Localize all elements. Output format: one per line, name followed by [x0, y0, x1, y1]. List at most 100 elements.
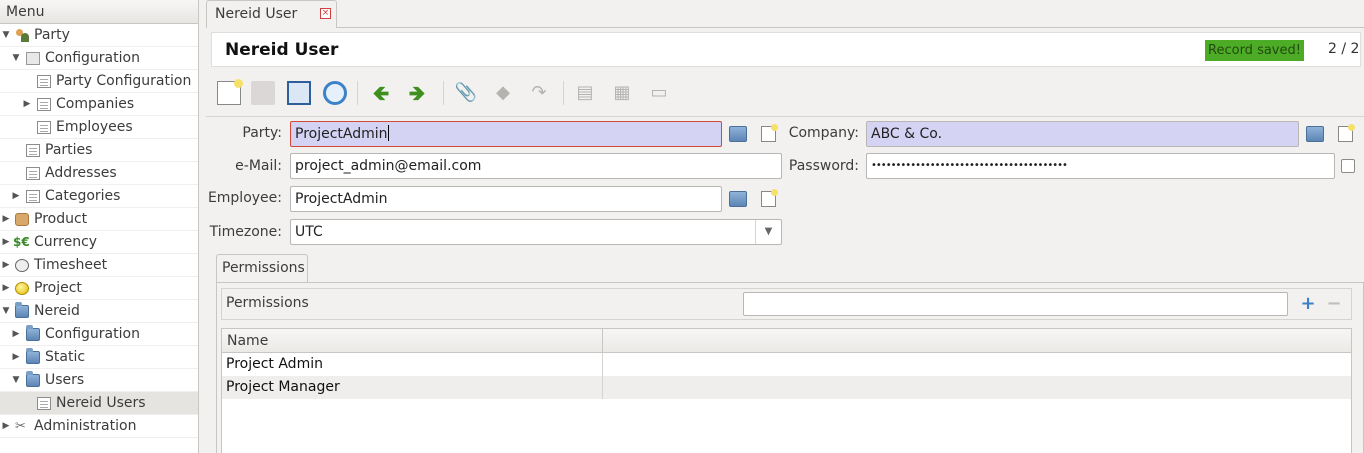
table-row[interactable]: Project Admin	[222, 353, 1351, 376]
open-folder-icon[interactable]	[1306, 126, 1324, 142]
new-record-icon[interactable]	[1338, 124, 1355, 142]
column-header-name[interactable]: Name	[227, 333, 268, 349]
menu-item-users[interactable]: ▼ Users	[0, 369, 198, 392]
menu-item-party[interactable]: ▼ Party	[0, 24, 198, 47]
menu-item-label: Configuration	[45, 50, 140, 66]
collapsed-arrow-icon[interactable]: ▶	[11, 346, 21, 369]
reload-icon[interactable]	[323, 81, 347, 105]
menu-item-label: Party	[34, 27, 70, 43]
menu-item-party-configuration[interactable]: Party Configuration	[0, 70, 198, 93]
folder-icon	[15, 302, 29, 318]
timezone-select[interactable]: UTC ▼	[290, 219, 782, 245]
employee-label: Employee:	[207, 190, 282, 206]
menu-item-nereid-configuration[interactable]: ▶ Configuration	[0, 323, 198, 346]
expanded-arrow-icon[interactable]: ▼	[1, 24, 11, 47]
tab-nereid-user[interactable]: Nereid User ×	[206, 0, 337, 28]
permissions-table: Name Project Admin Project Manager	[221, 328, 1352, 453]
collapsed-arrow-icon[interactable]: ▶	[22, 93, 32, 116]
document-icon	[26, 167, 40, 180]
permissions-search-input[interactable]	[743, 292, 1288, 316]
collapsed-arrow-icon[interactable]: ▶	[1, 208, 11, 231]
show-password-checkbox[interactable]	[1341, 159, 1355, 173]
table-row[interactable]: Project Manager	[222, 376, 1351, 399]
collapsed-arrow-icon[interactable]: ▶	[11, 323, 21, 346]
menu-item-static[interactable]: ▶ Static	[0, 346, 198, 369]
product-icon	[15, 213, 29, 226]
project-icon	[15, 282, 29, 295]
expanded-arrow-icon[interactable]: ▼	[11, 369, 21, 392]
email-label: e-Mail:	[235, 158, 282, 174]
currency-icon: $€	[13, 235, 30, 249]
email-icon[interactable]: ▦	[610, 81, 634, 105]
print-icon[interactable]: ▭	[647, 81, 671, 105]
add-icon[interactable]: +	[1298, 292, 1318, 316]
menu-item-label: Companies	[56, 96, 135, 112]
timezone-value: UTC	[295, 224, 323, 240]
menu-item-parties[interactable]: Parties	[0, 139, 198, 162]
menu-item-label: Project	[34, 280, 82, 296]
text-cursor	[387, 125, 389, 141]
menu-item-product[interactable]: ▶ Product	[0, 208, 198, 231]
menu-item-label: Parties	[45, 142, 93, 158]
close-icon[interactable]: ×	[320, 8, 331, 19]
expanded-arrow-icon[interactable]: ▼	[11, 47, 21, 70]
party-field[interactable]: ProjectAdmin	[290, 121, 722, 147]
menu-item-project[interactable]: ▶ Project	[0, 277, 198, 300]
next-icon[interactable]: 🡺	[405, 81, 429, 105]
collapsed-arrow-icon[interactable]: ▶	[1, 231, 11, 254]
company-label: Company:	[788, 125, 859, 141]
menu-item-label: Currency	[34, 234, 98, 250]
menu-item-currency[interactable]: ▶ $€ Currency	[0, 231, 198, 254]
menu-item-administration[interactable]: ▶ ✂ Administration	[0, 415, 198, 438]
configuration-icon	[26, 52, 40, 65]
menu-item-label: Timesheet	[34, 257, 108, 273]
password-field[interactable]: ••••••••••••••••••••••••••••••••••••••••	[866, 153, 1335, 179]
menu-item-timesheet[interactable]: ▶ Timesheet	[0, 254, 198, 277]
permissions-panel: Permissions + − Name Project Admin Proje…	[216, 282, 1364, 453]
collapsed-arrow-icon[interactable]: ▶	[1, 254, 11, 277]
menu-item-party-configuration-folder[interactable]: ▼ Configuration	[0, 47, 198, 70]
toolbar-separator	[357, 81, 358, 105]
attachment-icon[interactable]: 📎	[454, 81, 478, 105]
action-icon[interactable]: ◆	[491, 81, 515, 105]
menu-item-label: Static	[45, 349, 86, 365]
permissions-title: Permissions	[226, 295, 309, 311]
folder-icon	[26, 371, 40, 387]
open-folder-icon[interactable]	[729, 191, 747, 207]
collapsed-arrow-icon[interactable]: ▶	[1, 415, 11, 438]
menu-item-nereid[interactable]: ▼ Nereid	[0, 300, 198, 323]
toolbar: 🡸 🡺 📎 ◆ ↷ ▤ ▦ ▭	[211, 72, 1361, 114]
relate-icon[interactable]: ↷	[527, 81, 551, 105]
collapsed-arrow-icon[interactable]: ▶	[11, 185, 21, 208]
switch-view-icon[interactable]	[287, 81, 311, 105]
previous-icon[interactable]: 🡸	[369, 81, 393, 105]
menu-item-companies[interactable]: ▶ Companies	[0, 93, 198, 116]
menu-item-addresses[interactable]: Addresses	[0, 162, 198, 185]
new-record-icon[interactable]	[761, 189, 778, 207]
employee-field[interactable]: ProjectAdmin	[290, 186, 722, 212]
save-icon[interactable]	[251, 81, 275, 105]
collapsed-arrow-icon[interactable]: ▶	[1, 277, 11, 300]
menu-item-label: Users	[45, 372, 85, 388]
email-field[interactable]: project_admin@email.com	[290, 153, 782, 179]
party-icon	[15, 29, 29, 42]
tab-permissions[interactable]: Permissions	[216, 254, 308, 282]
report-icon[interactable]: ▤	[573, 81, 597, 105]
menu-item-employees[interactable]: Employees	[0, 116, 198, 139]
menu-item-label: Categories	[45, 188, 121, 204]
company-field[interactable]: ABC & Co.	[866, 121, 1299, 147]
remove-icon[interactable]: −	[1324, 292, 1344, 316]
open-folder-icon[interactable]	[729, 126, 747, 142]
menu-item-nereid-users[interactable]: Nereid Users	[0, 392, 198, 415]
tab-label: Nereid User	[215, 6, 298, 22]
folder-icon	[26, 348, 40, 364]
table-header: Name	[222, 329, 1351, 353]
menu-item-categories[interactable]: ▶ Categories	[0, 185, 198, 208]
record-counter: 2 / 2	[1328, 41, 1360, 57]
page-title: Nereid User	[225, 40, 339, 60]
document-icon	[37, 397, 51, 410]
chevron-down-icon[interactable]: ▼	[755, 220, 781, 244]
new-record-icon[interactable]	[217, 79, 243, 105]
password-label: Password:	[788, 158, 859, 174]
expanded-arrow-icon[interactable]: ▼	[1, 300, 11, 323]
